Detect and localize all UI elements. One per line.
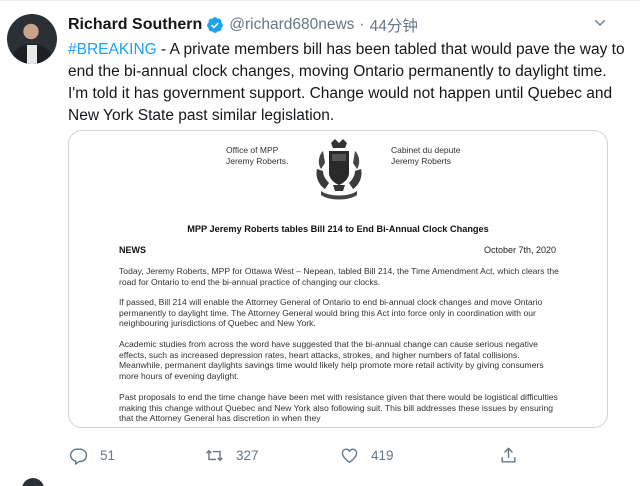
avatar-shirt [27,45,37,64]
heart-icon [341,447,358,463]
reply-count: 51 [100,447,116,463]
retweet-button[interactable]: 327 [205,443,259,467]
office-en-line2: Jeremy Roberts. [226,156,289,166]
attached-image[interactable]: Office of MPP Jeremy Roberts. Cabinet du… [68,130,608,428]
hashtag-link[interactable]: #BREAKING [68,41,157,58]
tweet-handle[interactable]: @richard680news [229,16,354,34]
display-name[interactable]: Richard Southern [68,16,202,34]
office-english: Office of MPP Jeremy Roberts. [226,145,288,167]
retweet-icon [206,449,223,461]
reply-button[interactable]: 51 [69,443,115,467]
reply-icon [69,447,88,465]
office-en-line1: Office of MPP [226,145,279,155]
tweet-text: #BREAKING - A private members bill has b… [68,39,628,127]
tweet-actions: 51 327 419 [0,443,640,467]
news-label: NEWS [119,245,146,255]
like-count: 419 [371,447,394,463]
tweet-time[interactable]: 44分钟 [370,14,418,36]
meta-separator: · [359,16,365,33]
document-paragraph-4: Past proposals to end the time change ha… [119,392,558,424]
like-button[interactable]: 419 [340,443,394,467]
top-divider [0,0,640,1]
document-date: October 7th, 2020 [483,245,556,255]
chevron-down-icon[interactable] [592,15,608,31]
document-paragraph-3: Academic studies from across the word ha… [119,339,544,381]
office-fr-line1: Cabinet du depute [391,145,461,155]
press-release-document: Office of MPP Jeremy Roberts. Cabinet du… [69,131,607,427]
ontario-crest-icon [316,139,362,200]
retweet-count: 327 [236,447,259,463]
share-icon [501,446,516,463]
tweet-header: Richard Southern @richard680news · 44分钟 [68,14,418,36]
office-french: Cabinet du depute Jeremy Roberts [391,145,460,167]
document-paragraph-2: If passed, Bill 214 will enable the Atto… [119,297,543,329]
share-button[interactable] [499,443,518,467]
office-fr-line2: Jeremy Roberts [391,156,451,166]
verified-badge-icon [207,17,224,33]
document-paragraph-1: Today, Jeremy Roberts, MPP for Ottawa We… [119,266,559,287]
document-title: MPP Jeremy Roberts tables Bill 214 to En… [187,224,489,234]
avatar[interactable] [7,14,57,64]
next-tweet-avatar[interactable] [22,478,44,486]
